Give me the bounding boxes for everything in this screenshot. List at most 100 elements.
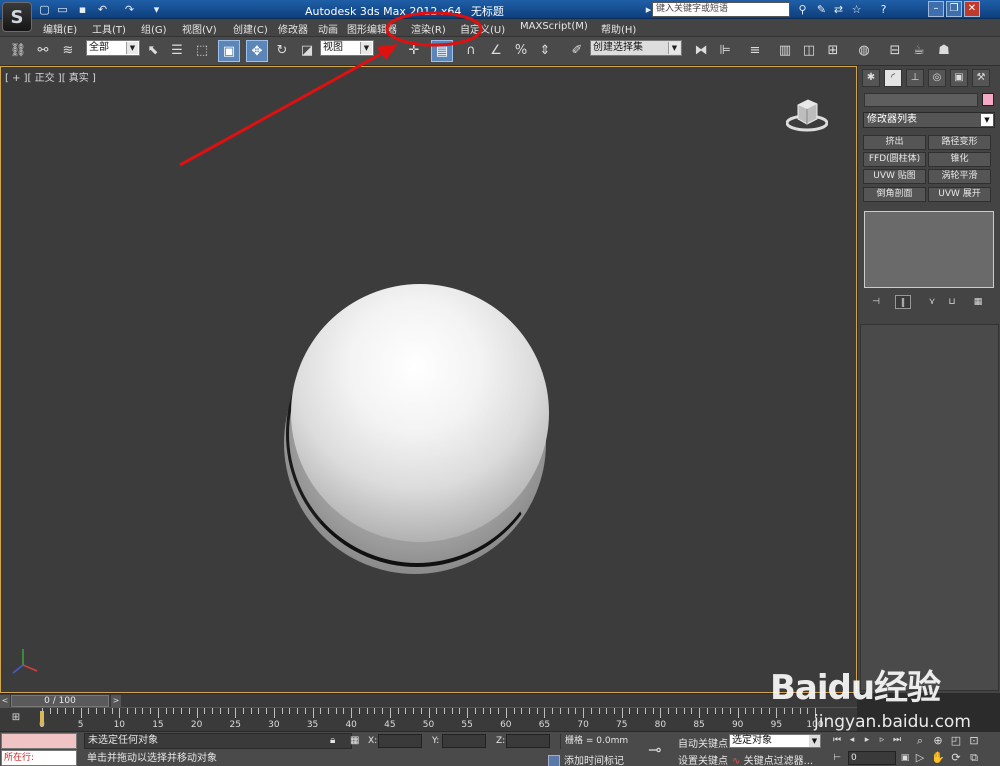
close-button[interactable]: ✕ bbox=[964, 1, 980, 17]
new-file-icon[interactable]: ▢ bbox=[38, 3, 51, 16]
show-end-result-icon[interactable]: ‖ bbox=[895, 295, 911, 309]
zoom-extents-all-icon[interactable]: ⊡ bbox=[966, 733, 982, 749]
binoculars-icon[interactable]: ⚲ bbox=[795, 2, 810, 17]
time-slider-thumb[interactable]: 0 / 100 bbox=[11, 695, 109, 707]
link-icon[interactable]: ⛓ bbox=[7, 40, 29, 62]
search-input[interactable]: 键入关键字或短语 bbox=[652, 2, 790, 17]
auto-key-button[interactable]: 自动关键点 bbox=[678, 735, 728, 750]
display-tab-icon[interactable]: ▣ bbox=[950, 69, 968, 87]
maximize-viewport-icon[interactable]: ⧉ bbox=[966, 750, 982, 766]
current-frame-field[interactable]: 0 bbox=[848, 751, 896, 765]
zoom-icon[interactable]: ⌕ bbox=[912, 733, 928, 749]
orbit-icon[interactable]: ⟳ bbox=[948, 750, 964, 766]
help-icon[interactable]: ? bbox=[876, 2, 891, 17]
absolute-mode-icon[interactable]: ▦ bbox=[350, 735, 359, 746]
quick-access-dropdown-icon[interactable]: ▾ bbox=[150, 3, 163, 16]
menu-animation[interactable]: 动画 bbox=[318, 21, 338, 36]
layer-manager-icon[interactable]: ≡ bbox=[744, 40, 766, 62]
select-and-rotate-icon[interactable]: ↻ bbox=[271, 40, 293, 62]
pan-view-icon[interactable]: ✋ bbox=[930, 750, 946, 766]
object-name-field[interactable] bbox=[864, 93, 978, 107]
set-key-button[interactable]: 设置关键点 bbox=[678, 752, 728, 766]
menu-create[interactable]: 创建(C) bbox=[233, 21, 268, 36]
modifier-button-path-deform[interactable]: 路径变形 bbox=[928, 135, 991, 150]
selection-filter-dropdown[interactable]: 全部 ▼ bbox=[86, 40, 140, 56]
time-slider-prev-icon[interactable]: < bbox=[0, 695, 10, 707]
angle-snap-icon[interactable]: ∠ bbox=[485, 40, 507, 62]
open-file-icon[interactable]: ▭ bbox=[56, 3, 69, 16]
material-editor-icon[interactable]: ◍ bbox=[853, 40, 875, 62]
select-and-scale-icon[interactable]: ◪ bbox=[296, 40, 318, 62]
window-crossing-icon[interactable]: ▣ bbox=[218, 40, 240, 62]
edit-named-selection-icon[interactable]: ✐ bbox=[566, 40, 588, 62]
menu-customize[interactable]: 自定义(U) bbox=[460, 21, 505, 36]
time-configuration-icon[interactable]: ▣ bbox=[898, 752, 912, 765]
undo-icon[interactable]: ↶ bbox=[96, 3, 109, 16]
render-production-icon[interactable]: ☗ bbox=[933, 40, 955, 62]
add-time-tag[interactable]: 添加时间标记 bbox=[548, 752, 624, 766]
motion-tab-icon[interactable]: ◎ bbox=[928, 69, 946, 87]
modifier-button-ffd-cyl[interactable]: FFD(圆柱体) bbox=[863, 152, 926, 167]
modifier-button-turbosmooth[interactable]: 涡轮平滑 bbox=[928, 169, 991, 184]
play-icon[interactable]: ▸ bbox=[860, 734, 874, 747]
create-tab-icon[interactable]: ✱ bbox=[862, 69, 880, 87]
pivot-center-icon[interactable]: ◈ bbox=[377, 40, 399, 62]
track-bar[interactable]: ⊞ 05101520253035404550556065707580859095… bbox=[0, 707, 857, 731]
redo-icon[interactable]: ↷ bbox=[123, 3, 136, 16]
menu-help[interactable]: 帮助(H) bbox=[601, 21, 636, 36]
select-by-name-icon[interactable]: ☰ bbox=[166, 40, 188, 62]
select-and-move-icon[interactable]: ✥ bbox=[246, 40, 268, 62]
minimize-button[interactable]: – bbox=[928, 1, 944, 17]
menu-maxscript[interactable]: MAXScript(M) bbox=[520, 21, 588, 32]
app-logo-icon[interactable]: S bbox=[2, 2, 32, 32]
schematic-view-icon[interactable]: ⊞ bbox=[822, 40, 844, 62]
modifier-list-dropdown[interactable]: 修改器列表 ▼ bbox=[863, 112, 995, 128]
tools-icon[interactable]: ✎ bbox=[814, 2, 829, 17]
favorites-icon[interactable]: ☆ bbox=[849, 2, 864, 17]
key-selection-set-dropdown[interactable]: 选定对象 ▼ bbox=[729, 734, 821, 748]
sphere-object[interactable] bbox=[291, 284, 549, 542]
set-key-icon[interactable]: ⊸ bbox=[648, 740, 661, 759]
utilities-tab-icon[interactable]: ⚒ bbox=[972, 69, 990, 87]
y-coordinate-field[interactable] bbox=[442, 734, 486, 748]
exchange-icon[interactable]: ⇄ bbox=[831, 2, 846, 17]
rendered-frame-window-icon[interactable]: ☕ bbox=[908, 40, 930, 62]
pin-stack-icon[interactable]: ⊣ bbox=[868, 295, 884, 309]
configure-modifier-sets-icon[interactable]: ▦ bbox=[970, 295, 986, 309]
field-of-view-icon[interactable]: ▷ bbox=[912, 750, 928, 766]
modifier-button-extrude[interactable]: 挤出 bbox=[863, 135, 926, 150]
reference-coordinate-dropdown[interactable]: 视图 ▼ bbox=[320, 40, 374, 56]
x-coordinate-field[interactable] bbox=[378, 734, 422, 748]
modifier-button-taper[interactable]: 锥化 bbox=[928, 152, 991, 167]
bind-space-warp-icon[interactable]: ≋ bbox=[57, 40, 79, 62]
modifier-button-bevel-profile[interactable]: 倒角剖面 bbox=[863, 187, 926, 202]
key-filters-button[interactable]: ∿ 关键点过滤器... bbox=[732, 752, 813, 766]
selection-lock-icon[interactable]: 🔒︎ bbox=[330, 735, 335, 746]
current-frame-marker[interactable] bbox=[40, 711, 44, 726]
named-selection-dropdown[interactable]: 创建选择集 ▼ bbox=[590, 40, 682, 56]
menu-group[interactable]: 组(G) bbox=[141, 21, 167, 36]
viewport-label[interactable]: [ + ][ 正交 ][ 真实 ] bbox=[5, 69, 96, 84]
save-icon[interactable]: ▪ bbox=[76, 3, 89, 16]
modifier-button-uvw-map[interactable]: UVW 贴图 bbox=[863, 169, 926, 184]
select-manipulate-icon[interactable]: ✛ bbox=[403, 40, 425, 62]
menu-views[interactable]: 视图(V) bbox=[182, 21, 217, 36]
rectangular-selection-icon[interactable]: ⬚ bbox=[191, 40, 213, 62]
menu-modifiers[interactable]: 修改器 bbox=[278, 21, 308, 36]
snaps-toggle-icon[interactable]: ∩ bbox=[460, 40, 482, 62]
next-frame-icon[interactable]: ▹ bbox=[875, 734, 889, 747]
maximize-button[interactable]: ❐ bbox=[946, 1, 962, 17]
remove-modifier-icon[interactable]: ⊔ bbox=[944, 295, 960, 309]
graphite-ribbon-icon[interactable]: ▥ bbox=[774, 40, 796, 62]
modify-tab-icon[interactable]: ◜ bbox=[884, 69, 902, 87]
unlink-icon[interactable]: ⚯ bbox=[32, 40, 54, 62]
time-slider-next-icon[interactable]: > bbox=[111, 695, 121, 707]
maxscript-listener-top[interactable] bbox=[1, 733, 77, 749]
make-unique-icon[interactable]: ⋎ bbox=[924, 295, 940, 309]
z-coordinate-field[interactable] bbox=[506, 734, 550, 748]
curve-editor-icon[interactable]: ◫ bbox=[798, 40, 820, 62]
go-to-end-icon[interactable]: ⏭ bbox=[890, 734, 904, 747]
go-to-start-icon[interactable]: ⏮ bbox=[830, 734, 844, 747]
menu-rendering[interactable]: 渲染(R) bbox=[411, 21, 446, 36]
frame-ruler[interactable]: 0510152025303540455055606570758085909510… bbox=[39, 708, 824, 732]
